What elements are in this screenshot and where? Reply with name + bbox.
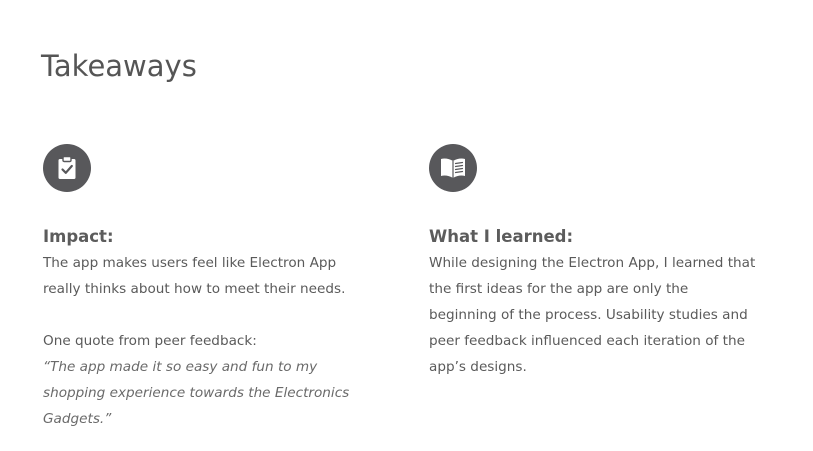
clipboard-check-icon	[43, 144, 91, 192]
peer-feedback-quote: “The app made it so easy and fun to my s…	[43, 359, 350, 427]
quote-label: One quote from peer feedback:	[43, 333, 257, 349]
open-book-icon	[429, 144, 477, 192]
page-title: Takeaways	[41, 49, 197, 83]
learned-section: What I learned: While designing the Elec…	[429, 144, 759, 380]
learned-paragraph: While designing the Electron App, I lear…	[429, 255, 756, 375]
impact-paragraph: The app makes users feel like Electron A…	[43, 255, 346, 297]
impact-section: Impact: The app makes users feel like El…	[43, 144, 363, 432]
impact-heading: Impact:	[43, 227, 114, 246]
learned-heading: What I learned:	[429, 227, 574, 246]
